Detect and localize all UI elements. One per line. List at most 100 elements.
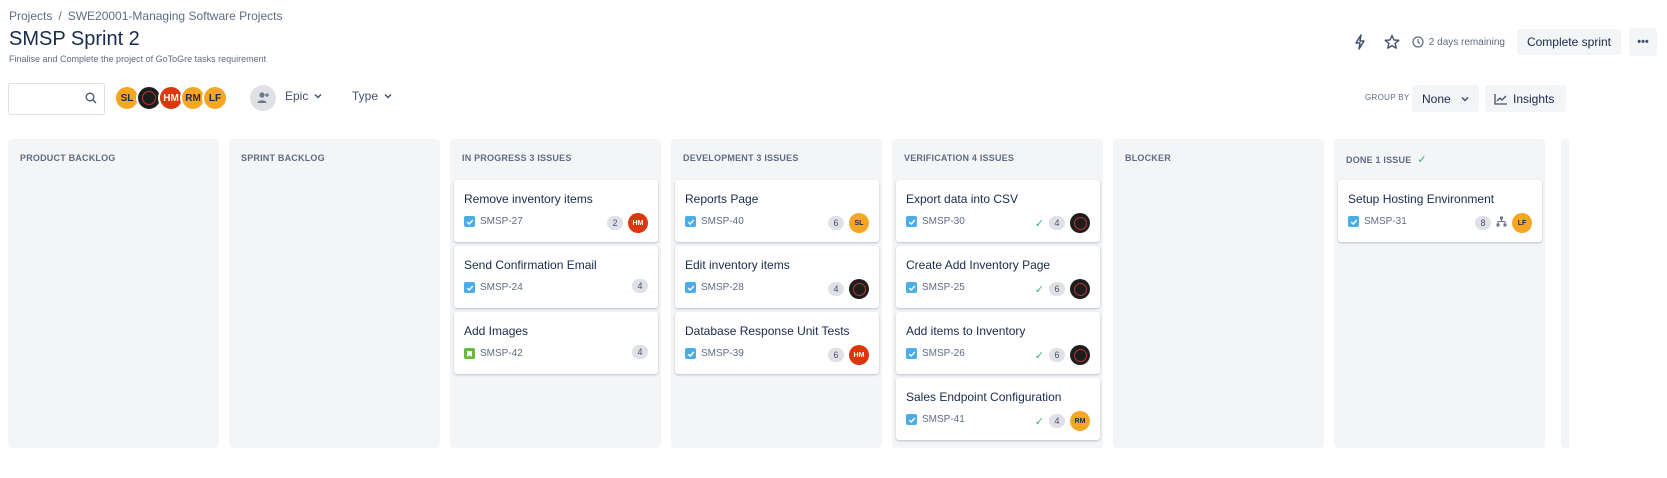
issue-key[interactable]: SMSP-30 xyxy=(922,216,965,227)
child-issues-icon[interactable] xyxy=(1496,214,1507,232)
issue-card[interactable]: Sales Endpoint Configuration SMSP-41 ✓ 4 RM xyxy=(896,378,1100,440)
issue-meta: 4 xyxy=(632,345,648,359)
issue-key-row: SMSP-39 xyxy=(685,348,744,359)
issue-title: Edit inventory items xyxy=(685,258,790,272)
issue-card[interactable]: Database Response Unit Tests SMSP-39 6 HM xyxy=(675,312,879,374)
task-icon xyxy=(1348,216,1359,227)
column-title: VERIFICATION 4 ISSUES xyxy=(904,153,1015,163)
board-column: IN PROGRESS 3 ISSUES Remove inventory ite… xyxy=(450,139,661,448)
issue-key[interactable]: SMSP-24 xyxy=(480,282,523,293)
chevron-down-icon xyxy=(384,93,392,99)
automation-lightning-icon[interactable] xyxy=(1348,30,1372,54)
next-column-edge xyxy=(1561,139,1569,448)
assignee-avatar[interactable] xyxy=(849,279,869,299)
assignee-filter-avatars: SL HM RM LF xyxy=(114,85,228,111)
issue-card[interactable]: Add items to Inventory SMSP-26 ✓ 6 xyxy=(896,312,1100,374)
task-icon xyxy=(464,216,475,227)
column-header: DEVELOPMENT 3 ISSUES xyxy=(683,153,799,163)
issue-key-row: SMSP-28 xyxy=(685,282,744,293)
group-by-select[interactable]: None xyxy=(1412,85,1479,112)
issue-card[interactable]: Send Confirmation Email SMSP-24 4 xyxy=(454,246,658,308)
issue-meta: ✓ 4 xyxy=(1035,213,1090,233)
column-header: BLOCKER xyxy=(1125,153,1171,163)
board-column: PRODUCT BACKLOG xyxy=(8,139,219,448)
task-icon xyxy=(685,216,696,227)
issue-card[interactable]: Setup Hosting Environment SMSP-31 8 LF xyxy=(1338,180,1542,242)
issue-meta: ✓ 4 RM xyxy=(1035,411,1090,431)
issue-card[interactable]: Create Add Inventory Page SMSP-25 ✓ 6 xyxy=(896,246,1100,308)
assignee-avatar[interactable] xyxy=(1070,213,1090,233)
issue-key-row: SMSP-24 xyxy=(464,282,523,293)
board-toolbar: SL HM RM LF Epic Type GROUP BY None Insi… xyxy=(8,83,1658,115)
issue-key[interactable]: SMSP-26 xyxy=(922,348,965,359)
insights-button[interactable]: Insights xyxy=(1485,85,1566,112)
issue-title: Remove inventory items xyxy=(464,192,593,206)
epic-filter[interactable]: Epic xyxy=(285,89,322,103)
issue-key[interactable]: SMSP-31 xyxy=(1364,216,1407,227)
issue-card[interactable]: Export data into CSV SMSP-30 ✓ 4 xyxy=(896,180,1100,242)
issue-title: Add Images xyxy=(464,324,529,338)
column-header: PRODUCT BACKLOG xyxy=(20,153,116,163)
issue-title: Add items to Inventory xyxy=(906,324,1026,338)
issue-key-row: SMSP-41 xyxy=(906,414,965,425)
time-remaining: 2 days remaining xyxy=(1412,36,1505,48)
assignee-avatar[interactable]: LF xyxy=(1512,213,1532,233)
issue-key[interactable]: SMSP-27 xyxy=(480,216,523,227)
issue-card[interactable]: Edit inventory items SMSP-28 4 xyxy=(675,246,879,308)
issue-title: Send Confirmation Email xyxy=(464,258,597,272)
star-icon[interactable] xyxy=(1380,30,1404,54)
avatar-lf[interactable]: LF xyxy=(202,85,228,111)
breadcrumb-projects-link[interactable]: Projects xyxy=(9,9,52,23)
type-filter[interactable]: Type xyxy=(352,89,392,103)
complete-sprint-button[interactable]: Complete sprint xyxy=(1516,29,1621,55)
issue-title: Reports Page xyxy=(685,192,759,206)
task-icon xyxy=(906,216,917,227)
trend-chart-icon xyxy=(1494,93,1507,105)
story-points-badge: 6 xyxy=(828,348,844,362)
board-column: BLOCKER xyxy=(1113,139,1324,448)
assignee-avatar[interactable]: SL xyxy=(849,213,869,233)
issue-card[interactable]: Remove inventory items SMSP-27 2 HM xyxy=(454,180,658,242)
clock-icon xyxy=(1412,36,1424,48)
breadcrumb: Projects / SWE20001-Managing Software Pr… xyxy=(9,9,282,23)
story-points-badge: 2 xyxy=(607,216,623,230)
task-icon xyxy=(906,348,917,359)
task-icon xyxy=(464,282,475,293)
done-check-icon: ✓ xyxy=(1034,415,1044,428)
group-by-value: None xyxy=(1422,91,1451,106)
issue-meta: 4 xyxy=(632,279,648,293)
issue-title: Create Add Inventory Page xyxy=(906,258,1051,272)
task-icon xyxy=(906,282,917,293)
story-icon xyxy=(464,348,475,359)
board-column: DEVELOPMENT 3 ISSUES Reports Page SMSP-40 6… xyxy=(671,139,882,448)
issue-key-row: SMSP-40 xyxy=(685,216,744,227)
task-icon xyxy=(685,348,696,359)
issue-card[interactable]: Add Images SMSP-42 4 xyxy=(454,312,658,374)
board-column: SPRINT BACKLOG xyxy=(229,139,440,448)
story-points-badge: 4 xyxy=(1049,414,1065,428)
assignee-avatar[interactable] xyxy=(1070,279,1090,299)
issue-key[interactable]: SMSP-40 xyxy=(701,216,744,227)
issue-key[interactable]: SMSP-41 xyxy=(922,414,965,425)
story-points-badge: 8 xyxy=(1475,216,1491,230)
search-input[interactable] xyxy=(15,85,87,113)
issue-key[interactable]: SMSP-28 xyxy=(701,282,744,293)
page-title: SMSP Sprint 2 xyxy=(9,28,140,50)
issue-card[interactable]: Reports Page SMSP-40 6 SL xyxy=(675,180,879,242)
column-cards: Remove inventory items SMSP-27 2 HM Send Con… xyxy=(454,180,658,378)
epic-filter-label: Epic xyxy=(285,89,309,103)
assignee-avatar[interactable] xyxy=(1070,345,1090,365)
issue-key[interactable]: SMSP-39 xyxy=(701,348,744,359)
add-people-button[interactable] xyxy=(250,85,276,111)
story-points-badge: 6 xyxy=(1049,348,1065,362)
column-header: IN PROGRESS 3 ISSUES xyxy=(462,153,572,163)
issue-key[interactable]: SMSP-42 xyxy=(480,348,523,359)
issue-key[interactable]: SMSP-25 xyxy=(922,282,965,293)
more-actions-button[interactable]: ••• xyxy=(1629,28,1657,56)
assignee-avatar[interactable]: HM xyxy=(628,213,648,233)
assignee-avatar[interactable]: RM xyxy=(1070,411,1090,431)
done-check-icon: ✓ xyxy=(1417,154,1427,166)
breadcrumb-project-link[interactable]: SWE20001-Managing Software Projects xyxy=(68,9,283,23)
search-box[interactable] xyxy=(8,83,105,115)
assignee-avatar[interactable]: HM xyxy=(849,345,869,365)
